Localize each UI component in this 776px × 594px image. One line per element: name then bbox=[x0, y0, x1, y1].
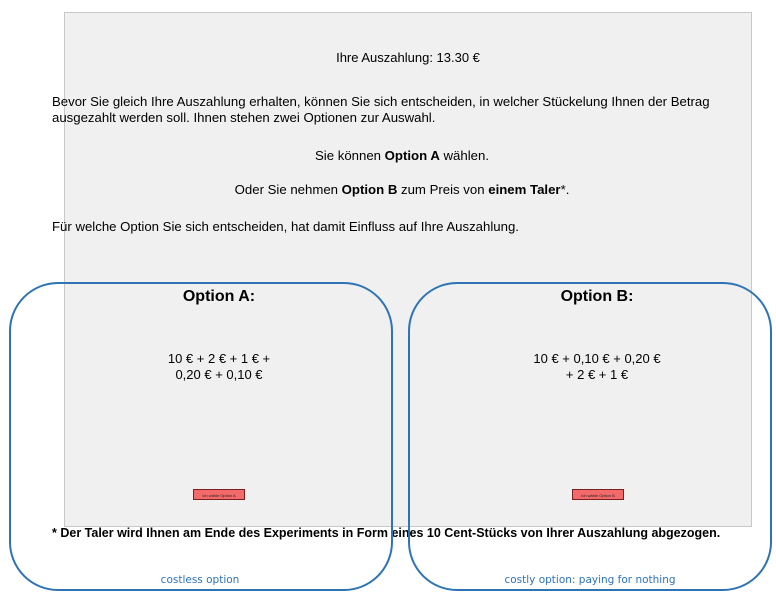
option-b-sentence-pre: Oder Sie nehmen bbox=[234, 182, 342, 197]
choose-option-b-button[interactable]: Ich wähle Option B bbox=[572, 489, 624, 500]
experiment-panel bbox=[64, 12, 752, 527]
option-b-sentence-bold1: Option B bbox=[341, 182, 398, 197]
option-a-sentence-pre: Sie können bbox=[315, 148, 385, 163]
option-a-line2: 0,20 € + 0,10 € bbox=[175, 367, 263, 382]
annotation-right-label: costly option: paying for nothing bbox=[504, 574, 676, 586]
option-b-title: Option B: bbox=[560, 288, 634, 305]
option-a-denominations: 10 € + 2 € + 1 € + 0,20 € + 0,10 € bbox=[109, 351, 329, 383]
annotation-left-label: costless option bbox=[160, 574, 240, 586]
option-b-line1: 10 € + 0,10 € + 0,20 € bbox=[533, 351, 661, 366]
option-b-denominations: 10 € + 0,10 € + 0,20 € + 2 € + 1 € bbox=[487, 351, 707, 383]
option-a-line1: 10 € + 2 € + 1 € + bbox=[167, 351, 271, 366]
intro-paragraph: Bevor Sie gleich Ihre Auszahlung erhalte… bbox=[52, 94, 710, 125]
option-a-title: Option A: bbox=[182, 288, 256, 305]
payout-label: Ihre Auszahlung: 13.30 € bbox=[336, 50, 480, 65]
option-b-sentence-bold2: einem Taler bbox=[488, 182, 561, 197]
footnote: * Der Taler wird Ihnen am Ende des Exper… bbox=[52, 526, 721, 540]
option-a-sentence-post: wählen. bbox=[439, 148, 489, 163]
option-b-sentence: Oder Sie nehmen Option B zum Preis von e… bbox=[52, 182, 752, 197]
option-a-sentence-bold: Option A bbox=[384, 148, 440, 163]
choose-option-a-button[interactable]: Ich wähle Option A bbox=[193, 489, 245, 500]
option-b-sentence-post: *. bbox=[560, 182, 570, 197]
option-b-line2: + 2 € + 1 € bbox=[565, 367, 629, 382]
influence-sentence: Für welche Option Sie sich entscheiden, … bbox=[52, 219, 519, 234]
option-b-sentence-mid: zum Preis von bbox=[397, 182, 489, 197]
option-a-sentence: Sie können Option A wählen. bbox=[52, 148, 752, 163]
